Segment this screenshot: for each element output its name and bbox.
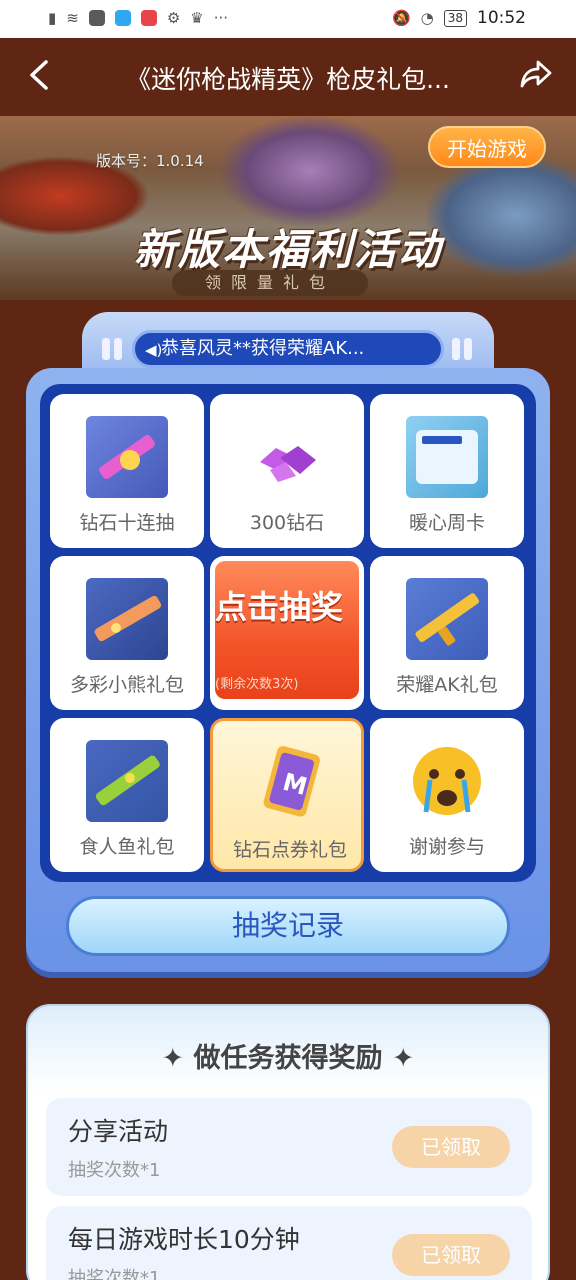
- marquee-text: 恭喜风灵**获得荣耀AK...: [161, 338, 365, 359]
- camera-icon: [88, 10, 105, 26]
- mute-icon: 🔕: [391, 9, 411, 27]
- data-speed-icon: ◔: [420, 9, 434, 27]
- speaker-icon: ◀): [145, 341, 163, 359]
- task-name: 分享活动: [68, 1117, 169, 1146]
- task-item-playtime: 每日游戏时长10分钟 抽奖次数*1 已领取: [46, 1206, 532, 1280]
- task-panel: ✦ 做任务获得奖励 ✦ 分享活动 抽奖次数*1 已领取 每日游戏时长10分钟 抽…: [26, 1004, 550, 1280]
- draw-record-button[interactable]: 抽奖记录: [66, 896, 510, 956]
- pause-left-icon: [102, 338, 124, 360]
- claimed-button[interactable]: 已领取: [392, 1126, 510, 1168]
- prize-cell-bear-pack: 多彩小熊礼包: [50, 556, 204, 710]
- share-icon: [520, 60, 552, 88]
- start-game-button[interactable]: 开始游戏: [428, 126, 546, 168]
- task-reward: 抽奖次数*1: [68, 1160, 161, 1181]
- piranha-gun-icon: [86, 740, 168, 822]
- clock: 10:52: [477, 8, 526, 28]
- status-icons-left: ▮ ≋ ⚙ ♛ ···: [48, 8, 228, 28]
- prize-cell-weekly-card: 暖心周卡: [370, 394, 524, 548]
- back-button[interactable]: [24, 58, 60, 94]
- page-title: 《迷你枪战精英》枪皮礼包...: [126, 65, 450, 94]
- cell-label: 荣耀AK礼包: [396, 674, 498, 696]
- claimed-button[interactable]: 已领取: [392, 1234, 510, 1276]
- task-name: 每日游戏时长10分钟: [68, 1225, 300, 1254]
- coupon-card-icon: M: [249, 743, 331, 825]
- prize-cell-piranha-pack: 食人鱼礼包: [50, 718, 204, 872]
- version-label: 版本号：1.0.14: [96, 152, 204, 170]
- remaining-draws: (剩余次数3次): [215, 677, 299, 692]
- cell-label: 谢谢参与: [408, 836, 485, 858]
- prize-cell-300-diamonds: 300钻石: [210, 394, 364, 548]
- draw-button-label: 点击抽奖: [215, 588, 344, 626]
- cell-label: 食人鱼礼包: [79, 836, 175, 858]
- share-button[interactable]: [518, 56, 556, 94]
- task-item-share: 分享活动 抽奖次数*1 已领取: [46, 1098, 532, 1196]
- banner-character-art: [220, 116, 400, 226]
- signal-icon: ▮: [48, 9, 57, 27]
- event-title: 新版本福利活动: [133, 225, 442, 274]
- status-icons-right: 🔕 ◔ 38 10:52: [392, 8, 526, 28]
- task-reward: 抽奖次数*1: [68, 1268, 161, 1280]
- event-subtitle: 领限量礼包: [172, 270, 368, 296]
- event-banner: 版本号：1.0.14 开始游戏 新版本福利活动 领限量礼包: [0, 116, 576, 300]
- trophy-icon: ♛: [190, 9, 204, 27]
- more-icon: ···: [213, 9, 229, 27]
- cell-label: 钻石十连抽: [79, 512, 175, 534]
- cell-label: 多彩小熊礼包: [69, 674, 184, 696]
- bear-gun-icon: [86, 578, 168, 660]
- draw-button[interactable]: 点击抽奖 (剩余次数3次): [210, 556, 364, 710]
- battery-indicator: 38: [443, 9, 467, 27]
- cell-label: 暖心周卡: [408, 512, 485, 534]
- prize-cell-glory-ak: 荣耀AK礼包: [370, 556, 524, 710]
- app-icon: [140, 10, 157, 26]
- prize-cell-diamond-coupon: M 钻石点券礼包: [210, 718, 364, 872]
- winner-marquee: ◀) 恭喜风灵**获得荣耀AK...: [132, 330, 444, 368]
- task-section-title: ✦ 做任务获得奖励 ✦: [161, 1043, 415, 1074]
- diamond-icon: [246, 416, 328, 498]
- prize-cell-thanks: 谢谢参与: [370, 718, 524, 872]
- search-app-icon: [114, 10, 131, 26]
- back-arrow-icon: [30, 60, 48, 90]
- cell-label: 300钻石: [249, 512, 325, 534]
- diamond-ten-icon: [86, 416, 168, 498]
- lottery-panel: ◀) 恭喜风灵**获得荣耀AK... 钻石十连抽 300钻石 暖心周卡 多彩小熊…: [26, 312, 550, 976]
- cell-label: 钻石点券礼包: [232, 839, 347, 861]
- gear-icon: ⚙: [166, 9, 181, 27]
- weekly-card-icon: [406, 416, 488, 498]
- glory-ak-icon: [406, 578, 488, 660]
- prize-grid: 钻石十连抽 300钻石 暖心周卡 多彩小熊礼包 点击抽奖 (剩余次数3次) 荣耀…: [40, 384, 536, 882]
- crying-face-icon: [406, 740, 488, 822]
- prize-cell-diamond-ten: 钻石十连抽: [50, 394, 204, 548]
- draw-button-face[interactable]: 点击抽奖 (剩余次数3次): [215, 561, 359, 699]
- status-bar: ▮ ≋ ⚙ ♛ ··· 🔕 ◔ 38 10:52: [0, 0, 576, 38]
- pause-right-icon: [452, 338, 474, 360]
- nav-bar: 《迷你枪战精英》枪皮礼包...: [0, 38, 576, 116]
- wifi-icon: ≋: [66, 9, 79, 27]
